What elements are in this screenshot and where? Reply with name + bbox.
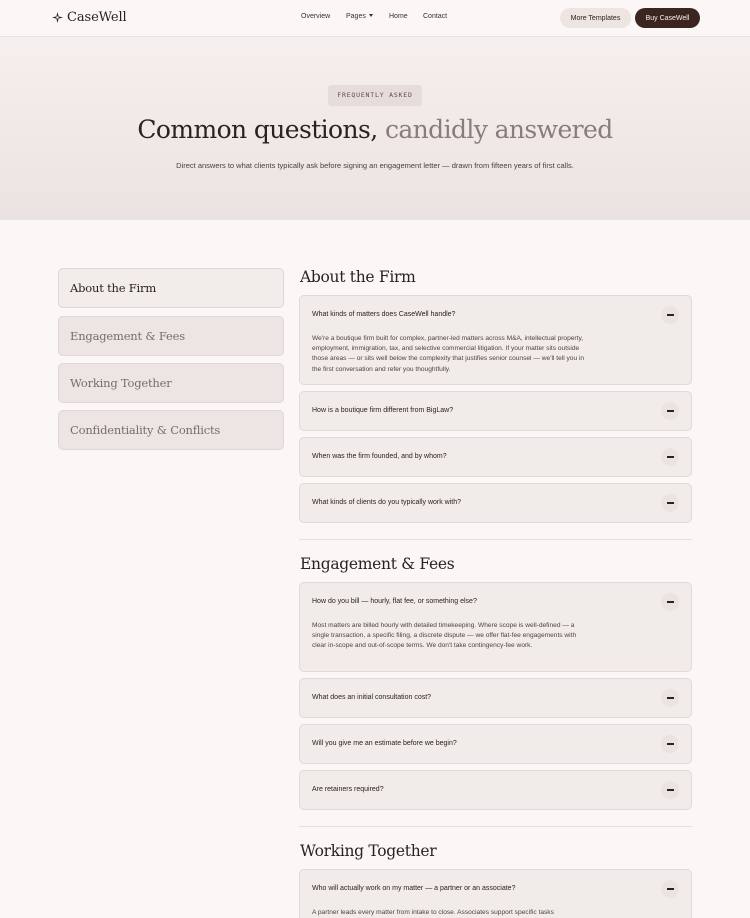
minus-icon[interactable] bbox=[661, 306, 679, 324]
nav-link-home[interactable]: Home bbox=[389, 13, 408, 20]
faq-item[interactable]: What kinds of matters does CaseWell hand… bbox=[299, 295, 692, 385]
brand-name: CaseWell bbox=[67, 10, 127, 25]
section-title-about: About the Firm bbox=[300, 268, 416, 286]
nav-link-pages[interactable]: Pages bbox=[346, 13, 373, 20]
nav-link-contact[interactable]: Contact bbox=[423, 13, 447, 20]
minus-icon[interactable] bbox=[661, 494, 679, 512]
minus-icon[interactable] bbox=[661, 593, 679, 611]
title-muted: candidly answered bbox=[384, 115, 613, 144]
compass-star-icon bbox=[52, 12, 63, 23]
sidebar-item-engagement[interactable]: Engagement & Fees bbox=[58, 316, 284, 356]
minus-icon[interactable] bbox=[661, 689, 679, 707]
minus-icon[interactable] bbox=[661, 448, 679, 466]
faq-item[interactable]: How do you bill — hourly, flat fee, or s… bbox=[299, 582, 692, 672]
page-title: Common questions, candidly answered bbox=[0, 115, 750, 144]
eyebrow-badge: FREQUENTLY ASKED bbox=[328, 85, 422, 106]
hero-subtitle: Direct answers to what clients typically… bbox=[176, 161, 574, 170]
section-divider bbox=[299, 826, 692, 827]
faq-item[interactable]: What does an initial consultation cost? bbox=[299, 678, 692, 718]
section-title-working: Working Together bbox=[300, 842, 437, 860]
faq-question: How do you bill — hourly, flat fee, or s… bbox=[312, 598, 477, 605]
faq-question: Will you give me an estimate before we b… bbox=[312, 740, 457, 747]
faq-question: Are retainers required? bbox=[312, 786, 384, 793]
faq-item[interactable]: Who will actually work on my matter — a … bbox=[299, 869, 692, 918]
chevron-down-icon bbox=[368, 13, 373, 17]
title-main: Common questions, bbox=[137, 115, 378, 144]
nav-link-overview[interactable]: Overview bbox=[301, 13, 330, 20]
minus-icon[interactable] bbox=[661, 735, 679, 753]
faq-item[interactable]: When was the firm founded, and by whom? bbox=[299, 437, 692, 477]
faq-question: What does an initial consultation cost? bbox=[312, 694, 432, 701]
sidebar-item-working[interactable]: Working Together bbox=[58, 363, 284, 403]
faq-answer: Most matters are billed hourly with deta… bbox=[312, 622, 577, 650]
sidebar-item-confidentiality[interactable]: Confidentiality & Conflicts bbox=[58, 410, 284, 450]
faq-question: What kinds of clients do you typically w… bbox=[312, 499, 462, 506]
faq-question: When was the firm founded, and by whom? bbox=[312, 453, 447, 460]
minus-icon[interactable] bbox=[661, 880, 679, 898]
faq-answer: We're a boutique firm built for complex,… bbox=[312, 335, 585, 373]
section-title-engagement: Engagement & Fees bbox=[300, 555, 455, 573]
minus-icon[interactable] bbox=[661, 402, 679, 420]
faq-item[interactable]: Are retainers required? bbox=[299, 770, 692, 810]
section-divider bbox=[299, 539, 692, 540]
faq-item[interactable]: Will you give me an estimate before we b… bbox=[299, 724, 692, 764]
faq-question: Who will actually work on my matter — a … bbox=[312, 885, 516, 892]
faq-item[interactable]: What kinds of clients do you typically w… bbox=[299, 483, 692, 523]
faq-question: How is a boutique firm different from Bi… bbox=[312, 407, 454, 414]
faq-question: What kinds of matters does CaseWell hand… bbox=[312, 311, 456, 318]
brand-logo[interactable]: CaseWell bbox=[52, 10, 127, 25]
faq-item[interactable]: How is a boutique firm different from Bi… bbox=[299, 391, 692, 431]
more-templates-button[interactable]: More Templates bbox=[560, 8, 631, 28]
buy-button[interactable]: Buy CaseWell bbox=[635, 8, 700, 28]
nav-link-pages-label: Pages bbox=[346, 13, 366, 20]
sidebar-item-about[interactable]: About the Firm bbox=[58, 268, 284, 308]
top-nav: CaseWell Overview Pages Home Contact Mor… bbox=[0, 0, 750, 37]
faq-answer: A partner leads every matter from intake… bbox=[312, 909, 554, 916]
hero-section: FREQUENTLY ASKED Common questions, candi… bbox=[0, 37, 750, 220]
minus-icon[interactable] bbox=[661, 781, 679, 799]
